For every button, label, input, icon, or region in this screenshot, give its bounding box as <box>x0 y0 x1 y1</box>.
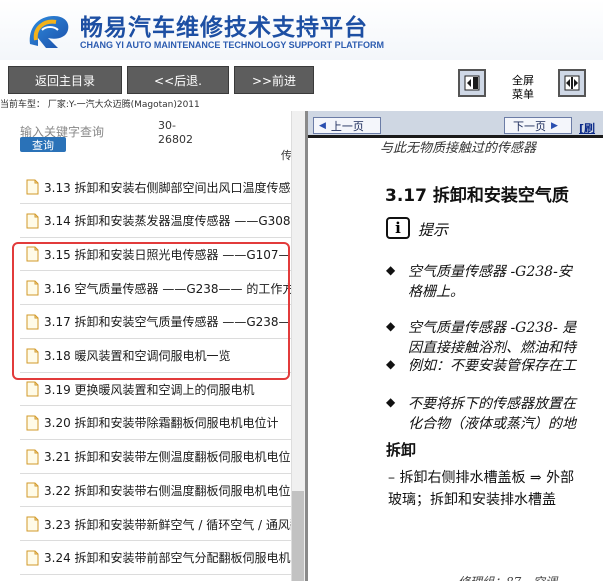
toc-item-label: 3.23 拆卸和安装带新鲜空气 / 循环空气 / 通风翻板 <box>44 517 292 532</box>
bullet-text: 化合物（液体或蒸汽）的地 <box>408 416 576 432</box>
toc-item[interactable]: 3.23 拆卸和安装带新鲜空气 / 循环空气 / 通风翻板 <box>20 508 292 541</box>
bullet-text: 格栅上。 <box>408 284 464 300</box>
document-icon <box>26 213 39 229</box>
toc-item[interactable]: 3.14 拆卸和安装蒸发器温度传感器 ——G308—— <box>20 205 292 238</box>
refresh-link[interactable]: [刷 <box>579 120 595 136</box>
nav-bar-divider <box>308 135 603 138</box>
fullscreen-menu-link[interactable]: 全屏 菜单 <box>503 74 543 102</box>
toc-item-label: 3.19 更换暖风装置和空调上的伺服电机 <box>44 382 255 397</box>
document-icon <box>26 415 39 431</box>
document-icon <box>26 449 39 465</box>
bullet-icon: ◆ <box>386 357 396 371</box>
toc-item[interactable]: 3.21 拆卸和安装带左侧温度翻板伺服电机电位计 <box>20 441 292 474</box>
toc-partial-code-2: 26802 <box>158 133 193 146</box>
prev-page-label: 上一页 <box>330 119 364 133</box>
page-nav-bar: ◀ 上一页 下一页 ▶ [刷 <box>308 111 603 137</box>
tip-label: 提示 <box>418 221 449 239</box>
toc-item-label: 3.21 拆卸和安装带左侧温度翻板伺服电机电位计 <box>44 450 292 465</box>
toc-scrollbar-thumb[interactable] <box>292 491 304 581</box>
bullet-icon: ◆ <box>386 395 396 409</box>
bullet-text: 空气质量传感器 -G238- 是 <box>408 320 577 336</box>
step-line: 玻璃；拆卸和安装排水槽盖 <box>388 492 556 508</box>
toc-item[interactable]: 3.13 拆卸和安装右侧脚部空间出风口温度传感器 <box>20 171 292 204</box>
toc-item[interactable]: 3.20 拆卸和安装带除霜翻板伺服电机电位计 <box>20 407 292 440</box>
forward-button[interactable]: >>前进 <box>234 66 314 94</box>
toc-item[interactable]: 3.24 拆卸和安装带前部空气分配翻板伺服电机 <box>20 542 292 575</box>
home-button[interactable]: 返回主目录 <box>8 66 122 94</box>
back-button[interactable]: <<后退. <box>127 66 229 94</box>
split-view-button[interactable] <box>558 69 586 97</box>
bullet-text: 因直接接触浴剂、燃油和特 <box>408 340 576 356</box>
toc-item-label: 3.13 拆卸和安装右侧脚部空间出风口温度传感器 <box>44 180 292 195</box>
brand-title-cn: 畅易汽车维修技术支持平台 <box>80 15 368 41</box>
fullscreen-label: 全屏 <box>512 74 534 87</box>
document-panel: 与此无物质接触过的传感器 ◀ 上一页 下一页 ▶ [刷 3.17 拆卸和安装空气… <box>305 111 603 581</box>
bullet-text: 不要将拆下的传感器放置在 <box>408 396 576 412</box>
section-heading: 拆卸 <box>386 441 417 459</box>
collapse-left-button[interactable] <box>458 69 486 97</box>
highlight-box <box>12 242 290 380</box>
bullet-text: 空气质量传感器 -G238-安 <box>408 264 572 280</box>
document-icon <box>26 516 39 532</box>
toc-item-label: 3.14 拆卸和安装蒸发器温度传感器 ——G308—— <box>44 214 292 229</box>
document-icon <box>26 550 39 566</box>
split-view-icon <box>564 75 580 91</box>
info-icon: i <box>386 217 410 239</box>
toc-panel: 输入关键字查询 查询 30- 26802 传 3.13 拆卸和安装右侧脚部空间出… <box>0 111 305 581</box>
doc-footer: 修理组：87 - 空调 <box>458 573 557 581</box>
app-header: 畅易汽车维修技术支持平台 CHANG YI AUTO MAINTENANCE T… <box>0 0 603 60</box>
doc-heading: 3.17 拆卸和安装空气质 <box>385 186 569 206</box>
logo-icon <box>29 16 69 48</box>
toc-item[interactable]: 3.22 拆卸和安装带右侧温度翻板伺服电机电位计 <box>20 474 292 508</box>
document-icon <box>26 482 39 498</box>
triangle-right-icon: ▶ <box>551 120 558 131</box>
bullet-text: 例如：不要安装管保存在工 <box>408 358 576 374</box>
triangle-left-icon: ◀ <box>319 120 326 131</box>
next-page-button[interactable]: 下一页 ▶ <box>504 117 572 134</box>
toc-item-label: 3.22 拆卸和安装带右侧温度翻板伺服电机电位计 <box>44 483 292 498</box>
toc-item-label: 3.20 拆卸和安装带除霜翻板伺服电机电位计 <box>44 416 279 431</box>
toc-item-label: 3.24 拆卸和安装带前部空气分配翻板伺服电机 <box>44 551 291 566</box>
collapse-left-icon <box>464 75 480 91</box>
step-line: – 拆卸右侧排水槽盖板 ⇒ 外部 <box>388 470 575 486</box>
brand-title-en: CHANG YI AUTO MAINTENANCE TECHNOLOGY SUP… <box>80 40 385 50</box>
search-button[interactable]: 查询 <box>20 137 66 152</box>
toc-partial-code: 30- <box>158 119 176 132</box>
prev-page-button[interactable]: ◀ 上一页 <box>313 117 381 134</box>
document-icon <box>26 179 39 195</box>
bullet-icon: ◆ <box>386 319 396 333</box>
doc-cut-text: 与此无物质接触过的传感器 <box>380 141 537 156</box>
next-page-label: 下一页 <box>513 119 546 133</box>
current-vehicle-info: 当前车型： 厂家:Y-一汽大众迈腾(Magotan)2011 <box>0 99 603 111</box>
document-icon <box>26 381 39 397</box>
bullet-icon: ◆ <box>386 263 396 277</box>
